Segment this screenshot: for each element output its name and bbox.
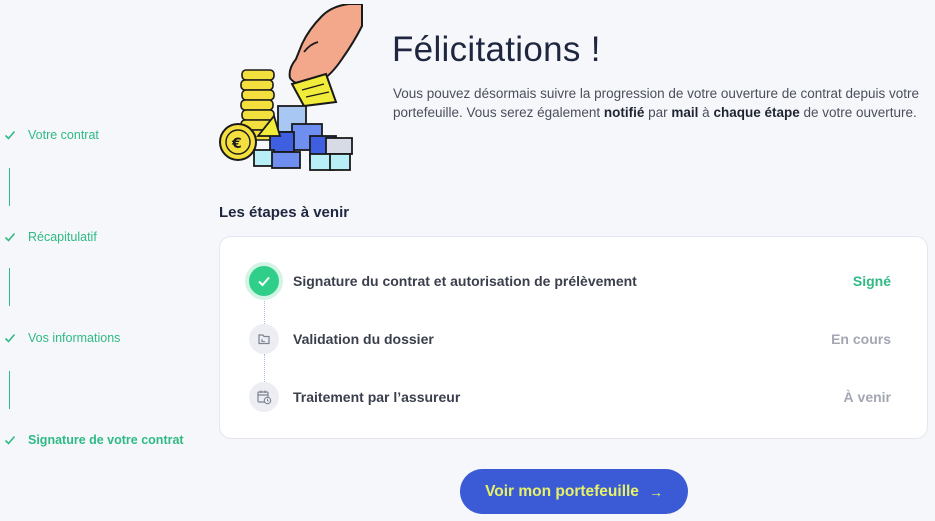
step-connector [9,371,10,409]
intro-text-part: à [698,105,714,120]
page-title: Félicitations ! [392,30,601,69]
status-badge: À venir [843,389,891,405]
check-icon [4,232,16,242]
check-icon [4,333,16,343]
step-label: Traitement par l’assureur [293,389,461,405]
sidebar-step-label: Signature de votre contrat [28,433,184,447]
folder-icon [249,324,279,354]
arrow-right-icon: → [648,483,663,500]
intro-text-part: de votre ouverture. [799,105,917,120]
progress-sidebar: Votre contrat Récapitulatif Vos informat… [0,0,200,521]
step-connector [9,268,10,306]
voir-portefeuille-button[interactable]: Voir mon portefeuille → [460,469,688,514]
step-label: Validation du dossier [293,331,434,347]
sidebar-step-label: Récapitulatif [28,230,97,244]
upcoming-step-row: Signature du contrat et autorisation de … [220,266,927,296]
intro-text-part: par [644,105,672,120]
upcoming-step-row: Traitement par l’assureur À venir [220,382,927,412]
upcoming-steps-title: Les étapes à venir [219,204,350,221]
coins-hand-illustration: € [219,4,363,171]
svg-text:€: € [231,136,242,152]
intro-emphasis: chaque étape [713,105,800,120]
sidebar-step-signature[interactable]: Signature de votre contrat [4,433,184,447]
upcoming-steps-card: Signature du contrat et autorisation de … [219,236,928,439]
sidebar-step-label: Votre contrat [28,128,99,142]
upcoming-step-row: Validation du dossier En cours [220,324,927,354]
sidebar-step-recapitulatif[interactable]: Récapitulatif [4,230,97,244]
calendar-clock-icon [249,382,279,412]
step-connector [264,354,265,384]
check-icon [4,130,16,140]
step-connector [9,168,10,206]
intro-emphasis: mail [671,105,699,120]
button-label: Voir mon portefeuille [485,482,639,500]
sidebar-step-votre-contrat[interactable]: Votre contrat [4,128,99,142]
status-badge: Signé [852,273,891,289]
sidebar-step-label: Vos informations [28,331,121,345]
status-badge: En cours [831,331,891,347]
intro-text: Vous pouvez désormais suivre la progress… [393,84,923,122]
step-label: Signature du contrat et autorisation de … [293,273,637,289]
check-icon [4,435,16,445]
intro-emphasis: notifié [603,105,645,120]
sidebar-step-vos-informations[interactable]: Vos informations [4,331,120,345]
check-icon [249,266,279,296]
